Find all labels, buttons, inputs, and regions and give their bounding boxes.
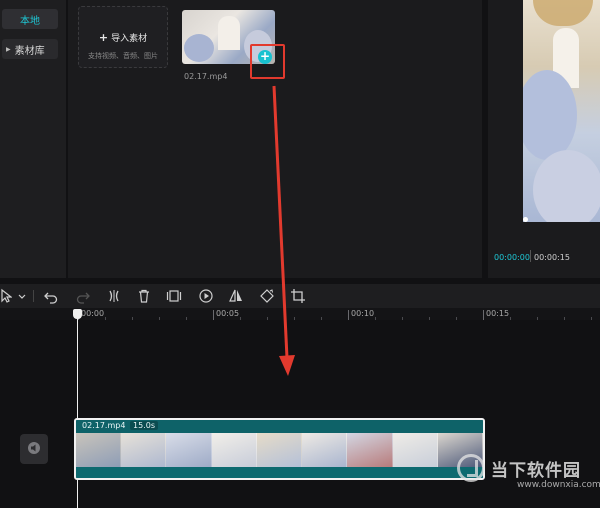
clip-frame — [392, 433, 438, 467]
site-logo-icon — [457, 454, 485, 482]
preview-panel: 00:00:00 00:00:15 — [488, 0, 600, 278]
clip-frame — [347, 433, 393, 467]
rotate-icon[interactable] — [259, 288, 275, 304]
video-preview[interactable] — [523, 0, 600, 222]
ruler-label: 00:15 — [486, 309, 510, 318]
watermark: 当下软件园 www.downxia.com — [455, 452, 600, 498]
sidebar-item-label: 素材库 — [14, 45, 45, 57]
toolbar-divider — [33, 290, 34, 302]
timeline-toolbar — [0, 284, 600, 308]
watermark-text: 当下软件园 — [491, 461, 581, 481]
sidebar-item-local[interactable]: 本地 — [2, 9, 58, 29]
clip-frame — [302, 433, 348, 467]
sidebar-item-label: 本地 — [20, 15, 40, 27]
current-time: 00:00:00 — [494, 253, 530, 262]
clip-duration: 15.0s — [130, 421, 158, 430]
clip-frame — [256, 433, 303, 467]
playhead-handle[interactable] — [73, 309, 82, 319]
sidebar: 本地 ▶ 素材库 — [0, 0, 66, 278]
mirror-icon[interactable] — [228, 288, 244, 304]
mute-track-button[interactable] — [20, 434, 48, 464]
undo-icon[interactable] — [43, 288, 59, 304]
clip-frame — [166, 433, 212, 467]
split-icon[interactable] — [106, 288, 122, 304]
chevron-down-icon[interactable] — [16, 288, 28, 304]
select-arrow-icon[interactable] — [0, 288, 12, 304]
timeline-ruler[interactable]: 00:00 00:05 00:10 00:15 — [0, 308, 600, 320]
time-divider — [530, 250, 531, 262]
crop-icon[interactable] — [290, 288, 306, 304]
ruler-label: 00:10 — [351, 309, 375, 318]
ruler-label: 00:05 — [216, 309, 240, 318]
redo-icon[interactable] — [75, 288, 91, 304]
expand-triangle-icon: ▶ — [6, 45, 11, 53]
clip-filmstrip — [76, 433, 483, 467]
media-panel: + 导入素材 支持视频、音频、图片 + 02.17.mp4 — [68, 0, 482, 278]
watermark-url: www.downxia.com — [517, 480, 600, 490]
ruler-label: 00:00 — [81, 309, 105, 318]
import-material-button[interactable]: + 导入素材 支持视频、音频、图片 — [78, 6, 168, 68]
clip-name: 02.17.mp4 — [82, 421, 126, 430]
sidebar-item-library[interactable]: ▶ 素材库 — [2, 39, 58, 59]
timeline-clip[interactable]: 02.17.mp4 15.0s — [74, 418, 485, 480]
total-time: 00:00:15 — [534, 253, 570, 262]
import-subtitle: 支持视频、音频、图片 — [88, 52, 158, 60]
play-reverse-icon[interactable] — [198, 288, 214, 304]
delete-icon[interactable] — [136, 288, 152, 304]
clip-header: 02.17.mp4 15.0s — [76, 420, 483, 433]
speaker-icon — [27, 440, 41, 459]
import-title: + 导入素材 — [98, 31, 148, 44]
resize-handle[interactable] — [523, 217, 528, 222]
freeze-frame-icon[interactable] — [166, 288, 182, 304]
clip-frame — [211, 433, 257, 467]
plus-icon: + — [98, 31, 109, 44]
media-filename: 02.17.mp4 — [184, 72, 228, 81]
clip-frame — [121, 433, 167, 467]
annotation-highlight-box — [250, 44, 285, 79]
clip-audio-strip — [76, 467, 483, 478]
clip-frame — [76, 433, 122, 467]
